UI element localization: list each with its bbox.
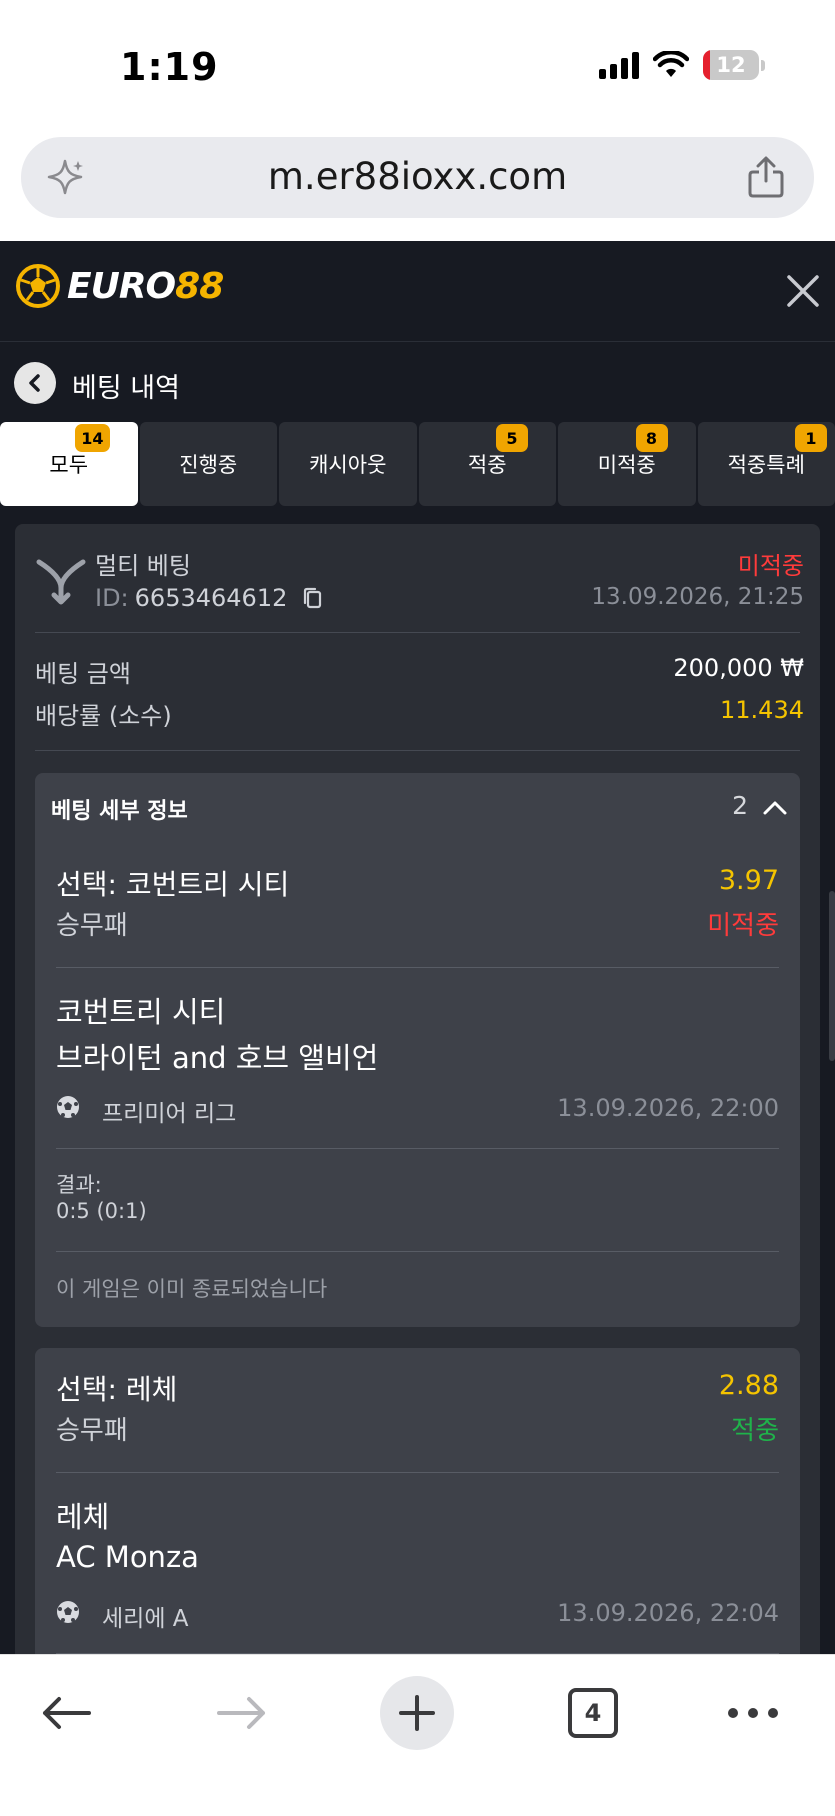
match-datetime: 13.09.2026, 22:04: [557, 1599, 779, 1627]
tab-won[interactable]: 적중 5: [418, 422, 556, 506]
tab-badge: 1: [795, 424, 827, 452]
result-label: 결과:: [56, 1173, 102, 1197]
selection-market: 승무패: [56, 911, 128, 941]
tab-special[interactable]: 적중특례 1: [697, 422, 835, 506]
match-score: 0:5 (0:1): [56, 1199, 147, 1223]
selection-odds: 2.88: [718, 1370, 779, 1401]
divider: [35, 750, 800, 751]
divider: [56, 1148, 779, 1149]
tab-badge: 8: [635, 424, 668, 452]
tab-label: 적중특례: [727, 453, 805, 477]
selection-pick: 선택: 레체: [56, 1373, 178, 1406]
divider: [35, 632, 800, 633]
away-team: AC Monza: [56, 1540, 199, 1574]
bet-odds-label: 배당률 (소수): [35, 702, 172, 730]
tab-label: 모두: [49, 453, 89, 477]
logo-text-yellow: 88: [175, 265, 224, 307]
tab-lost[interactable]: 미적중 8: [558, 422, 696, 506]
tab-label: 진행중: [179, 453, 238, 477]
battery-icon: 12: [703, 50, 759, 80]
share-icon[interactable]: [746, 155, 786, 199]
home-team: 코번트리 시티: [56, 995, 226, 1029]
app-container: EURO88 베팅 내역 모두 14 진행중 캐시아웃 적중 5 미적중 8 적…: [0, 241, 835, 1654]
selection-pick: 선택: 코번트리 시티: [56, 868, 290, 901]
battery-level: 12: [716, 53, 746, 77]
browser-back-button[interactable]: [36, 1683, 96, 1743]
bet-type: 멀티 베팅: [95, 552, 191, 580]
bet-status: 미적중: [737, 552, 804, 580]
scrollbar[interactable]: [829, 891, 835, 1061]
status-time: 1:19: [120, 45, 219, 89]
bet-amount-label: 베팅 금액: [35, 660, 131, 688]
tab-badge: 14: [75, 424, 110, 452]
away-team: 브라이턴 and 호브 앨비언: [56, 1041, 379, 1075]
close-icon[interactable]: [785, 273, 821, 309]
browser-forward-button[interactable]: [212, 1683, 272, 1743]
divider: [56, 967, 779, 968]
divider: [56, 1251, 779, 1252]
tab-label: 적중: [467, 453, 507, 477]
soccer-ball-icon: [57, 1096, 79, 1118]
home-team: 레체: [56, 1500, 110, 1534]
soccer-ball-icon: [57, 1601, 79, 1623]
bet-details-toggle[interactable]: 베팅 세부 정보 2: [35, 773, 800, 843]
bet-details-count: 2: [732, 791, 748, 820]
bet-id-row: ID: 6653464612: [95, 584, 323, 612]
selection-card: 선택: 레체 승무패 2.88 적중 레체 AC Monza 세리에 A 13.…: [35, 1348, 800, 1654]
selection-card: 선택: 코번트리 시티 승무패 3.97 미적중 코번트리 시티 브라이턴 an…: [35, 843, 800, 1327]
chevron-up-icon: [763, 801, 787, 815]
divider: [56, 1472, 779, 1473]
selection-result: 미적중: [707, 911, 779, 941]
soccer-ball-logo-icon: [16, 264, 60, 308]
selection-odds: 3.97: [718, 865, 779, 896]
back-button[interactable]: [14, 362, 56, 404]
new-tab-button[interactable]: [380, 1676, 454, 1750]
wifi-icon: [653, 51, 689, 77]
match-datetime: 13.09.2026, 22:00: [557, 1094, 779, 1122]
signal-icon: [599, 51, 639, 79]
more-icon[interactable]: [725, 1683, 781, 1743]
battery-tip: [761, 59, 765, 71]
url-bar[interactable]: m.er88ioxx.com: [21, 137, 814, 218]
bet-datetime: 13.09.2026, 21:25: [591, 584, 804, 610]
tab-in-progress[interactable]: 진행중: [139, 422, 277, 506]
tab-cashout[interactable]: 캐시아웃: [279, 422, 417, 506]
tab-label: 캐시아웃: [309, 453, 387, 477]
bet-amount: 200,000 ₩: [673, 654, 804, 682]
league-name: 프리미어 리그: [102, 1101, 237, 1127]
bet-card: 멀티 베팅 ID: 6653464612 미적중 13.09.2026, 21:…: [15, 524, 820, 1654]
arrow-right-icon: [217, 1697, 265, 1729]
plus-icon: [399, 1695, 435, 1731]
copy-icon[interactable]: [301, 586, 323, 610]
selection-result: 적중: [731, 1416, 779, 1446]
page-header: 베팅 내역: [0, 342, 835, 422]
url-text[interactable]: m.er88ioxx.com: [21, 155, 814, 198]
bet-details-title: 베팅 세부 정보: [51, 799, 188, 824]
logo-text-white: EURO: [67, 265, 176, 307]
logo[interactable]: EURO88: [15, 263, 224, 309]
tabs-button[interactable]: 4: [568, 1688, 618, 1738]
bet-odds: 11.434: [720, 696, 804, 724]
app-header: EURO88: [0, 241, 835, 342]
page-title: 베팅 내역: [72, 373, 180, 404]
filter-tabs: 모두 14 진행중 캐시아웃 적중 5 미적중 8 적중특례 1: [0, 422, 835, 506]
tab-label: 미적중: [597, 453, 656, 477]
arrow-left-icon: [43, 1697, 91, 1729]
bet-id-label: ID:: [95, 584, 129, 612]
tab-all[interactable]: 모두 14: [0, 422, 138, 506]
tab-badge: 5: [496, 424, 528, 452]
multi-bet-icon: [36, 559, 86, 605]
bet-id: 6653464612: [134, 584, 288, 612]
logo-text: EURO88: [67, 265, 224, 307]
chevron-left-icon: [29, 374, 40, 392]
selection-market: 승무패: [56, 1416, 128, 1446]
status-icons: 12: [599, 50, 765, 80]
league-name: 세리에 A: [102, 1606, 189, 1632]
browser-toolbar: 4: [0, 1654, 835, 1816]
match-ended-note: 이 게임은 이미 종료되었습니다: [56, 1277, 328, 1301]
status-bar: 1:19 12: [0, 0, 835, 135]
